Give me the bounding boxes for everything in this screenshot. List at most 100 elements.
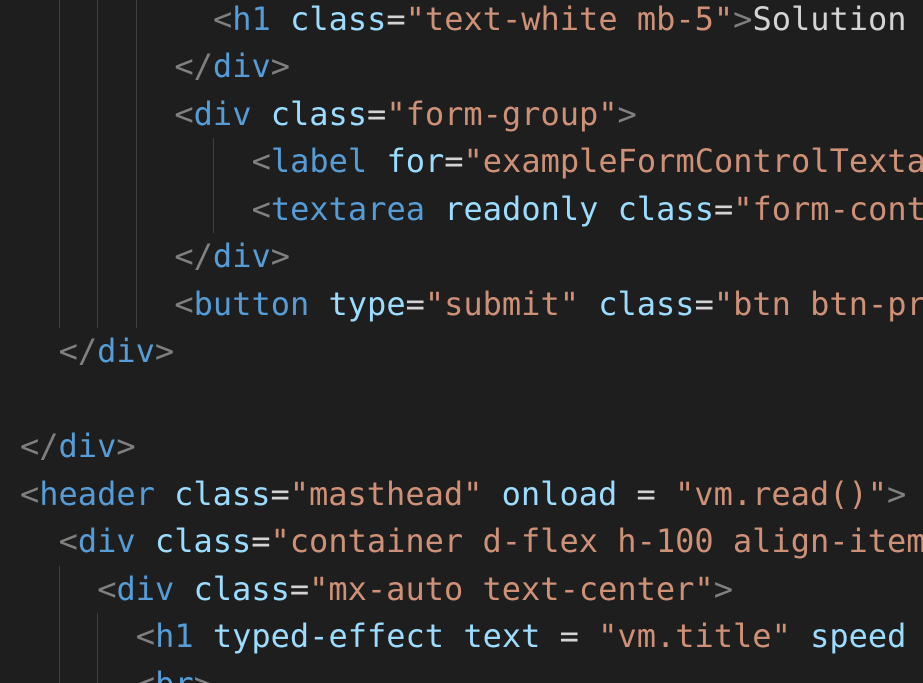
token-attribute-value: "form-group" xyxy=(386,94,618,133)
token-tag-name: h1 xyxy=(155,617,194,655)
code-line[interactable]: <button type="submit" class="btn btn-pr xyxy=(174,281,923,329)
code-line[interactable]: <header class="masthead" onload = "vm.re… xyxy=(20,471,906,519)
code-line[interactable]: </div> xyxy=(20,423,136,471)
token-bracket: > xyxy=(617,94,637,133)
indent-guide xyxy=(58,0,60,328)
token-bracket: > xyxy=(886,474,907,513)
token-attribute-value: "btn btn-pr xyxy=(713,284,923,323)
code-line[interactable]: </div> xyxy=(174,43,290,91)
token-attribute-name: class xyxy=(174,474,271,513)
token-bracket: < xyxy=(58,522,78,560)
token-bracket: < xyxy=(251,189,271,228)
code-line[interactable]: </div> xyxy=(59,328,175,376)
token-bracket: < xyxy=(135,617,156,655)
indent-guide xyxy=(135,0,137,328)
code-line[interactable]: <textarea readonly class="form-cont xyxy=(252,186,923,234)
code-editor[interactable]: <h1 class="text-white mb-5">Solution </di… xyxy=(0,0,923,683)
token-bracket: > xyxy=(733,0,753,38)
code-line[interactable]: <br> xyxy=(136,661,213,683)
code-line[interactable]: <label for="exampleFormControlTexta xyxy=(252,138,923,186)
token-attribute-name: class xyxy=(193,569,290,608)
token-tag-name: div xyxy=(212,47,271,85)
indent-guide xyxy=(97,0,99,328)
code-line[interactable]: <div class="container d-flex h-100 align… xyxy=(59,518,923,566)
token-tag-name: div xyxy=(193,94,252,133)
token-attribute-name: text xyxy=(463,617,541,655)
token-attribute-value: "form-cont xyxy=(733,189,923,228)
token-bracket: </ xyxy=(174,47,213,85)
token-attribute-name: class xyxy=(270,94,368,133)
token-tag-name: div xyxy=(97,332,155,370)
token-tag-name: button xyxy=(193,284,310,323)
token-attribute-name: typed-effect xyxy=(212,617,445,655)
token-operator: = xyxy=(270,474,290,513)
token-operator: = xyxy=(405,284,425,323)
token-tag-name: h1 xyxy=(232,0,271,38)
token-attribute-name: class xyxy=(154,522,252,560)
token-operator: = xyxy=(251,522,271,560)
token-tag-name: label xyxy=(270,142,368,180)
code-line[interactable]: </div> xyxy=(174,233,290,281)
indent-guide xyxy=(97,613,99,683)
token-bracket: < xyxy=(20,474,40,513)
indent-guide xyxy=(58,565,60,683)
token-attribute-name: onload xyxy=(501,474,618,513)
token-bracket: < xyxy=(174,284,194,323)
token-attribute-value: "submit" xyxy=(424,284,579,323)
token-tag-name: div xyxy=(77,522,136,560)
token-attribute-value: "masthead" xyxy=(289,474,483,513)
token-operator: = xyxy=(713,189,734,228)
token-operator: = xyxy=(444,142,464,180)
token-text: Solution xyxy=(752,0,907,38)
code-line[interactable]: <h1 class="text-white mb-5">Solution xyxy=(213,0,907,43)
token-operator: = xyxy=(386,0,406,38)
token-attribute-name: class xyxy=(598,284,695,323)
token-attribute-value: "vm.read()" xyxy=(675,474,887,513)
token-bracket: < xyxy=(97,569,117,608)
indent-guide xyxy=(213,138,214,233)
token-bracket: </ xyxy=(174,237,213,275)
token-attribute-value: "container d-flex h-100 align-item xyxy=(270,522,923,560)
code-line[interactable]: <h1 typed-effect text = "vm.title" speed xyxy=(136,613,907,661)
token-tag-name: div xyxy=(212,237,271,275)
token-attribute-value: "vm.title" xyxy=(598,617,791,655)
token-tag-name: textarea xyxy=(270,189,425,228)
token-attribute-name: readonly xyxy=(444,189,599,228)
token-bracket: </ xyxy=(20,427,59,465)
token-operator: = xyxy=(367,94,387,133)
token-bracket: < xyxy=(136,665,155,683)
code-line[interactable]: <div class="mx-auto text-center"> xyxy=(97,566,733,614)
token-attribute-name: speed xyxy=(810,617,907,655)
token-bracket: > xyxy=(154,332,175,370)
token-operator: = xyxy=(289,569,310,608)
code-line[interactable]: <div class="form-group"> xyxy=(174,91,636,139)
token-bracket: > xyxy=(270,47,290,85)
token-tag-name: div xyxy=(58,427,117,465)
token-bracket: > xyxy=(116,427,136,465)
token-attribute-value: "text-white mb-5" xyxy=(405,0,734,38)
token-attribute-name: class xyxy=(290,0,387,38)
token-bracket: </ xyxy=(58,332,98,370)
token-operator: = xyxy=(636,474,656,513)
token-bracket: < xyxy=(213,0,233,38)
token-tag-name: div xyxy=(116,569,175,608)
token-bracket: > xyxy=(194,665,213,683)
token-bracket: > xyxy=(270,237,290,275)
token-bracket: > xyxy=(713,569,733,608)
